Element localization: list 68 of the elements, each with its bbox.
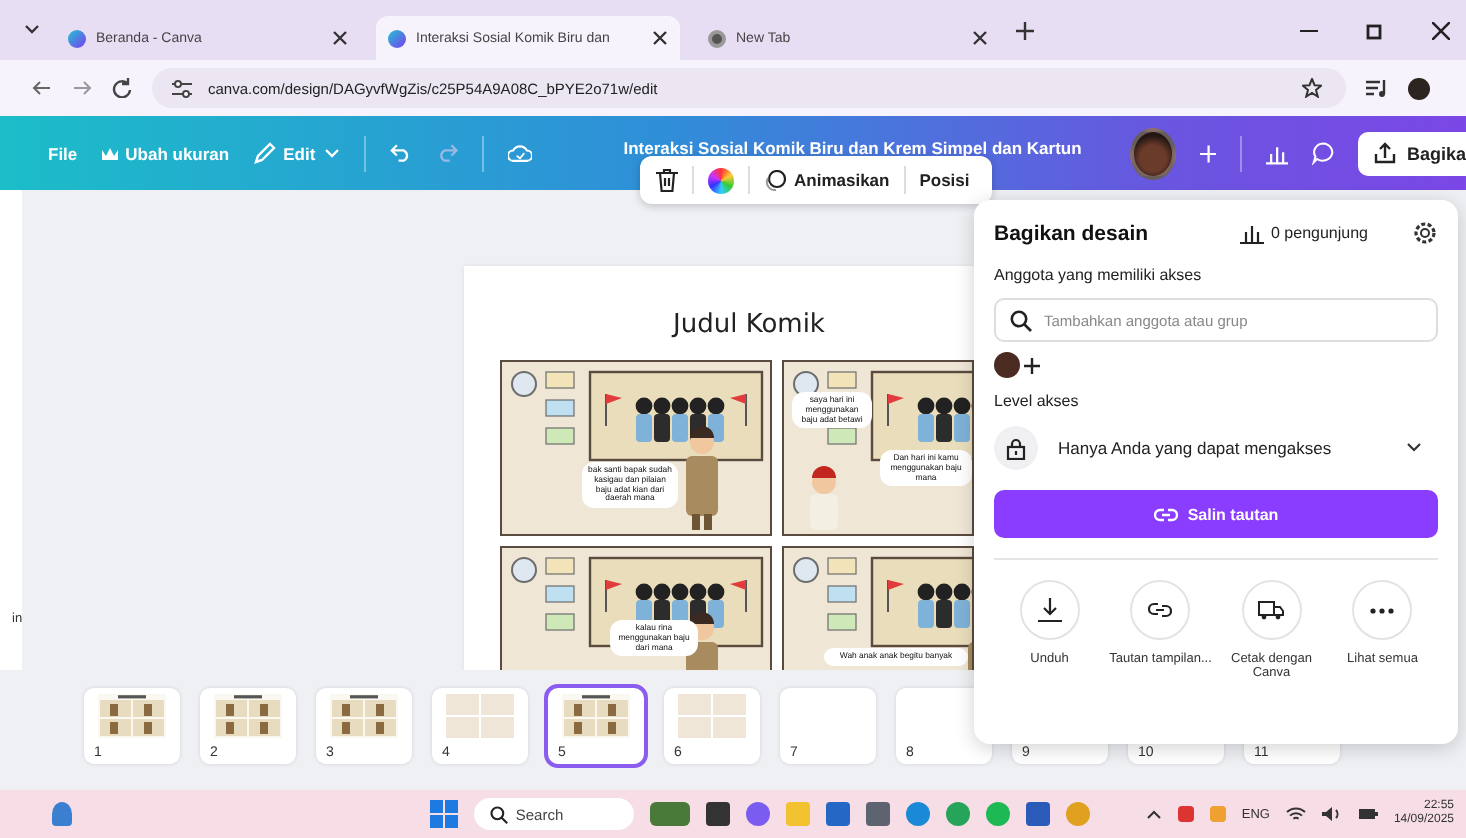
battery-icon[interactable]: [1357, 808, 1378, 820]
share-button[interactable]: Bagika: [1358, 131, 1466, 175]
crown-icon: [101, 145, 118, 161]
trash-icon[interactable]: [656, 168, 678, 192]
comic-thumbnail-drawing: [214, 694, 282, 738]
cloud-check-icon[interactable]: [507, 141, 532, 165]
favicon-icon: [388, 29, 406, 47]
visitor-count: 0 pengunjung: [1271, 224, 1368, 242]
copy-link-button[interactable]: Salin tautan: [994, 490, 1438, 538]
link-icon: [1148, 600, 1173, 620]
comic-thumbnail-drawing: [98, 694, 166, 738]
search-icon: [489, 805, 508, 823]
truck-icon: [1258, 600, 1285, 620]
new-tab-icon[interactable]: [1016, 21, 1034, 39]
favicon-icon: [708, 29, 726, 47]
star-icon[interactable]: [1302, 78, 1322, 98]
lock-icon: [1006, 437, 1026, 459]
share-action-button[interactable]: [1241, 580, 1302, 640]
chevron-up-icon[interactable]: [1145, 808, 1162, 820]
bar-chart-icon[interactable]: [1266, 141, 1289, 165]
animation-icon: [764, 169, 786, 191]
back-icon[interactable]: [32, 78, 52, 98]
reload-icon[interactable]: [112, 78, 132, 98]
avatar-icon[interactable]: [1408, 77, 1430, 99]
close-icon[interactable]: [652, 30, 668, 46]
access-dropdown[interactable]: Hanya Anda yang dapat mengakses: [994, 422, 1438, 474]
volume-icon[interactable]: [1321, 806, 1342, 822]
chevron-down-icon: [1406, 442, 1422, 454]
site-settings-icon[interactable]: [172, 79, 192, 97]
upload-icon: [1374, 142, 1397, 164]
restore-icon[interactable]: [1366, 21, 1384, 39]
position-button[interactable]: Posisi: [919, 170, 970, 190]
animate-button[interactable]: Animasikan: [764, 169, 890, 191]
bar-chart-icon: [1239, 223, 1263, 243]
comic-title: Judul Komik: [669, 310, 827, 340]
grid-thumbnail-drawing: [678, 694, 746, 738]
tab-list-icon[interactable]: [24, 24, 40, 36]
undo-icon[interactable]: [389, 142, 412, 164]
add-icon[interactable]: [1199, 143, 1217, 163]
download-icon: [1037, 598, 1062, 622]
link-icon: [1153, 505, 1178, 523]
share-action-button[interactable]: [1019, 580, 1080, 640]
caret-icon: [323, 147, 340, 159]
design-page[interactable]: [464, 266, 974, 670]
panel-title: Bagikan desain: [994, 221, 1149, 245]
settings-icon[interactable]: [1412, 220, 1438, 246]
share-action-button[interactable]: [1130, 580, 1191, 640]
comic-thumbnail-drawing: [330, 694, 398, 738]
add-member-icon[interactable]: [1024, 357, 1040, 373]
start-icon[interactable]: [429, 800, 458, 828]
comment-icon[interactable]: [1312, 140, 1335, 166]
close-icon[interactable]: [1432, 21, 1450, 39]
close-icon[interactable]: [972, 30, 988, 46]
forward-icon[interactable]: [72, 78, 92, 98]
avatar-icon: [994, 352, 1020, 378]
section-label: Anggota yang memiliki akses: [994, 266, 1204, 284]
wifi-icon[interactable]: [1285, 806, 1306, 822]
more-icon: [1370, 607, 1395, 613]
media-control-icon[interactable]: [1366, 78, 1388, 98]
document-title[interactable]: Interaksi Sosial Komik Biru dan Krem Simpel dan Kartun: [623, 137, 1082, 157]
grid-thumbnail-drawing: [446, 694, 514, 738]
close-icon[interactable]: [332, 30, 348, 46]
comic-thumbnail-drawing: [562, 694, 630, 738]
search-icon: [1010, 310, 1032, 332]
section-label: Level akses: [994, 392, 1081, 410]
color-picker-icon[interactable]: [708, 167, 734, 193]
pencil-icon: [253, 142, 276, 164]
favicon-icon: [68, 29, 86, 47]
